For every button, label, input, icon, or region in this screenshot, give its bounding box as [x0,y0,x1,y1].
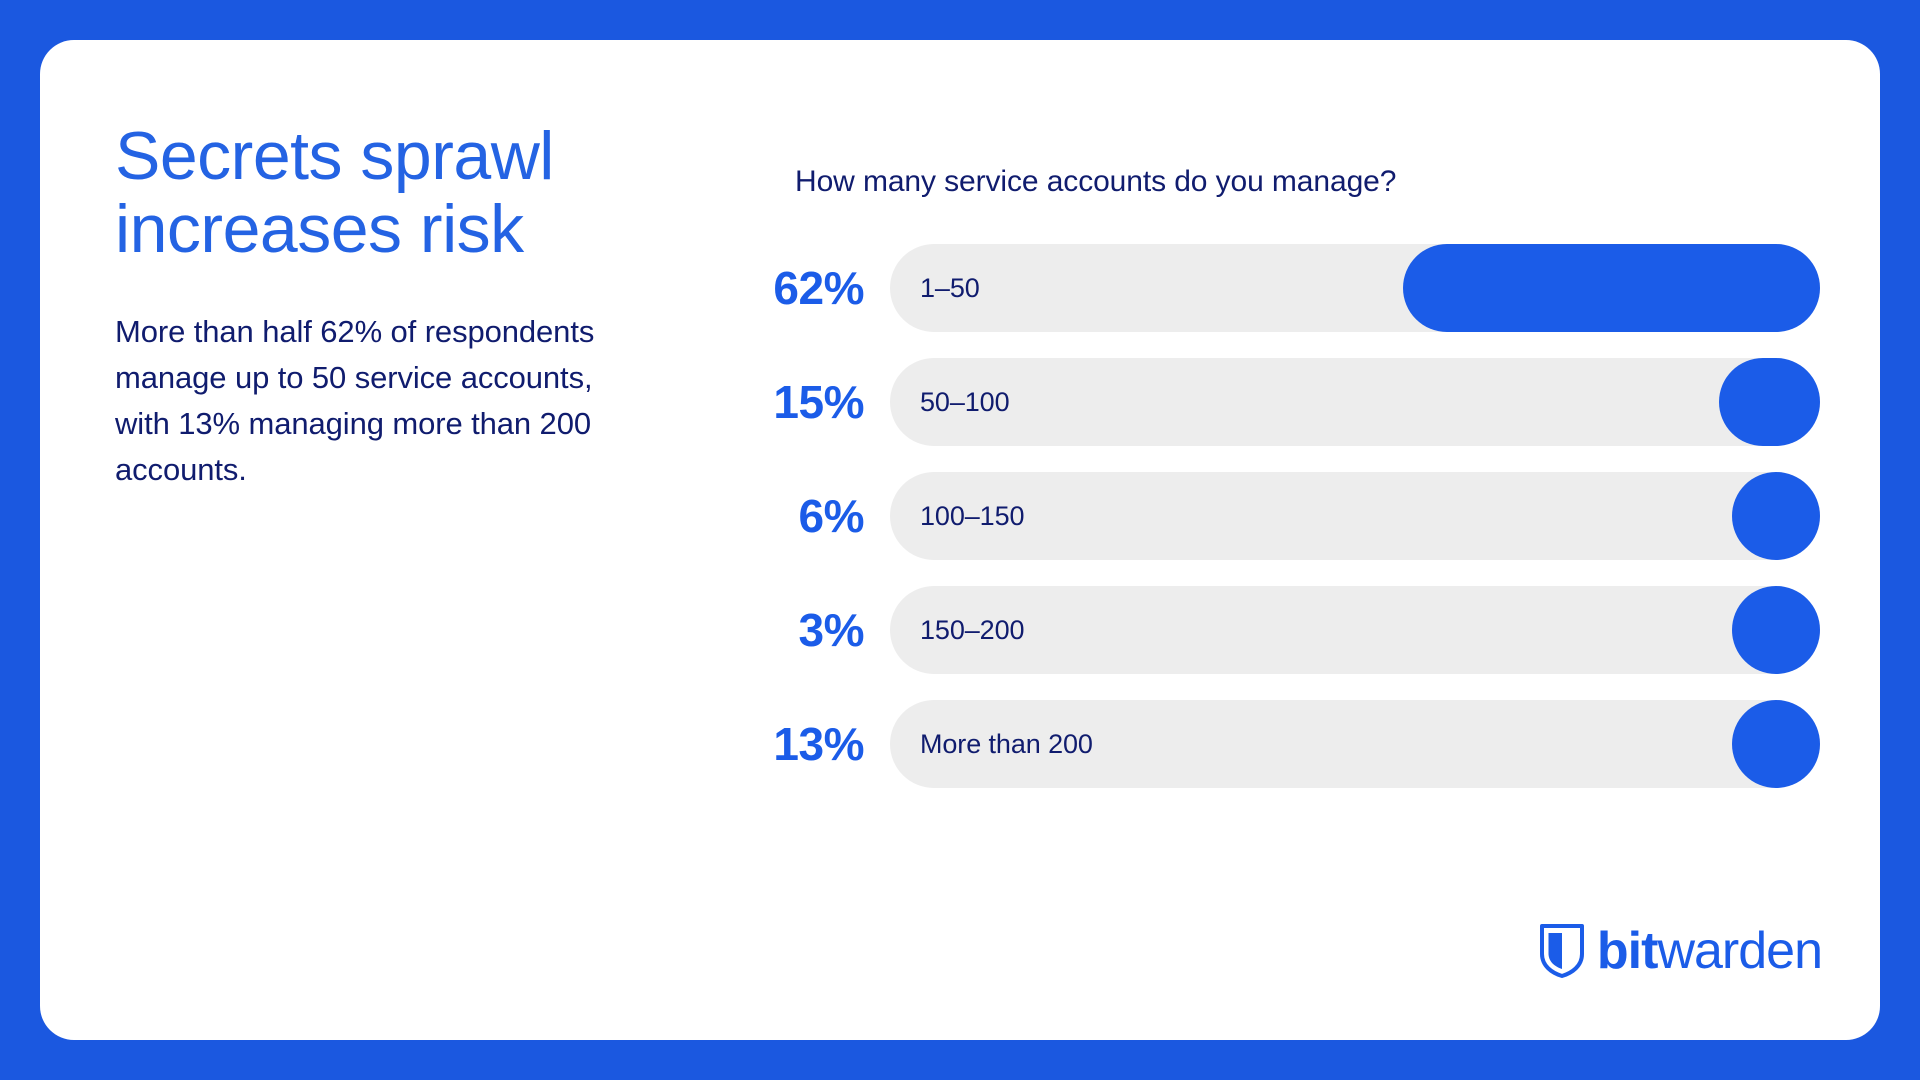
bitwarden-logo: bitwarden [1539,922,1823,980]
bar-track: 150–200 [890,586,1820,674]
bar-category-label: 1–50 [920,272,980,303]
bar-chart: 62% 1–50 15% 50–100 6% 100–150 3% 150–20… [740,244,1820,788]
bar-track: 100–150 [890,472,1820,560]
bar-fill [1719,358,1820,446]
bitwarden-shield-icon [1539,924,1584,978]
bar-value-label: 3% [798,604,865,656]
chart-column: How many service accounts do you manage?… [740,40,1880,1040]
left-column: Secrets sprawl increases risk More than … [40,40,740,1040]
infographic-card: Secrets sprawl increases risk More than … [40,40,1880,1040]
bar-value-label: 13% [773,718,864,770]
bar-value-label: 6% [798,490,865,542]
chart-title: How many service accounts do you manage? [795,165,1397,198]
bar-row: 3% 150–200 [740,586,1820,674]
bar-track: 1–50 [890,244,1820,332]
bar-row: 15% 50–100 [740,358,1820,446]
logo-text-bit: bit [1596,922,1659,980]
bar-fill [1403,244,1820,332]
body-paragraph: More than half 62% of respondents manage… [115,313,595,487]
bar-category-label: 150–200 [920,614,1025,645]
bar-value-label: 15% [773,376,864,428]
bar-category-label: 100–150 [920,500,1025,531]
bar-fill [1732,472,1820,560]
bar-track: More than 200 [890,700,1820,788]
bar-track: 50–100 [890,358,1820,446]
bar-fill [1732,586,1820,674]
page-title: Secrets sprawl increases risk [115,118,554,268]
bar-value-label: 62% [773,262,864,314]
bar-category-label: 50–100 [920,386,1010,417]
logo-text-warden: warden [1657,922,1823,980]
bar-row: 62% 1–50 [740,244,1820,332]
bar-row: 6% 100–150 [740,472,1820,560]
bar-category-label: More than 200 [920,728,1093,759]
bar-row: 13% More than 200 [740,700,1820,788]
bitwarden-wordmark: bitwarden [1596,922,1823,980]
bar-fill [1732,700,1820,788]
